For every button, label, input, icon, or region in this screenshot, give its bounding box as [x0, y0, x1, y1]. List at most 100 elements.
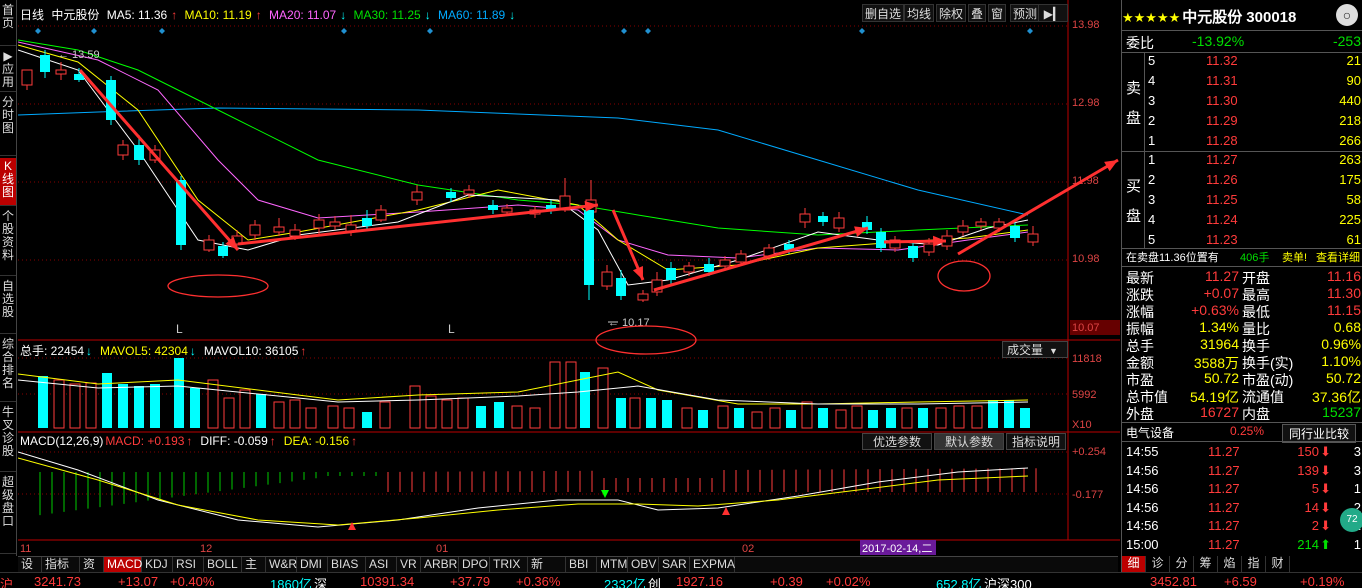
status-item-18: +0.19% — [1300, 574, 1345, 588]
indicator-tab-5[interactable]: RSI — [173, 557, 204, 573]
sidebar-item-0[interactable]: 首页 — [0, 2, 16, 46]
search-icon[interactable]: ○ — [1336, 4, 1358, 26]
tick-volume: 139 — [1297, 462, 1319, 478]
sell-order-row[interactable]: 3 11.30 440 — [1122, 93, 1362, 113]
detail-tab-6[interactable]: 财 — [1266, 556, 1290, 572]
sell-order-row[interactable]: 2 11.29 218 — [1122, 113, 1362, 133]
toolbar-button-5[interactable]: 预测 — [1010, 4, 1041, 22]
order-price: 11.28 — [1206, 133, 1238, 148]
quote-row: 市盈 50.72 市盈(动) 50.72 — [1122, 370, 1362, 388]
quote-value: 11.27 — [1205, 268, 1239, 284]
play-icon[interactable]: ▶▎ — [1038, 4, 1068, 22]
indicator-tab-14[interactable]: DPO — [459, 557, 490, 573]
indicator-tab-13[interactable]: ARBR — [421, 557, 459, 573]
order-volume: 90 — [1346, 73, 1361, 88]
quote-value: 0.68 — [1333, 319, 1361, 335]
sell-order-row[interactable]: 5 11.32 21 — [1122, 53, 1362, 73]
macd-button-1[interactable]: 默认参数 — [934, 433, 1004, 450]
macd-axis-label: -0.177 — [1072, 489, 1103, 501]
indicator-tab-0[interactable]: 设置 — [18, 557, 42, 586]
quote-panel: ★★★★★ 中元股份 300018 ○ 委比 -13.92% -253 卖盘 买盘 5 11.32 2… — [1121, 0, 1362, 572]
candle-down — [616, 278, 626, 296]
sidebar-item-4[interactable]: 个股资料 — [0, 208, 16, 276]
macd-button-0[interactable]: 优选参数 — [862, 433, 932, 450]
toolbar-button-4[interactable]: 窗 — [988, 4, 1007, 22]
indicator-tab-20[interactable]: SAR — [659, 557, 690, 573]
sidebar-item-7[interactable]: 牛叉诊股 — [0, 404, 16, 472]
indicator-tab-19[interactable]: OBV — [628, 557, 659, 573]
quote-value: 1.10% — [1321, 353, 1361, 369]
sidebar-item-1[interactable]: ▶应用 — [0, 48, 16, 92]
volume-type-dropdown[interactable]: 成交量 ▼ — [1002, 341, 1068, 358]
toolbar-button-3[interactable]: 叠 — [968, 4, 987, 22]
detail-tab-2[interactable]: 分 — [1170, 556, 1194, 572]
indicator-tab-18[interactable]: MTM — [597, 557, 628, 573]
toolbar-button-2[interactable]: 除权 — [936, 4, 967, 22]
toolbar-button-1[interactable]: 均线 — [904, 4, 935, 22]
chart-bg — [18, 0, 1068, 556]
indicator-tab-21[interactable]: EXPMA — [690, 557, 735, 573]
indicator-tab-7[interactable]: 主力 — [242, 557, 266, 586]
volume-bar-down — [580, 372, 590, 428]
tick-time: 14:56 — [1126, 481, 1159, 496]
indicator-tab-11[interactable]: ASI — [366, 557, 397, 573]
sell-order-row[interactable]: 4 11.31 90 — [1122, 73, 1362, 93]
indicator-tab-6[interactable]: BOLL — [204, 557, 242, 573]
volume-bar-up — [343, 407, 355, 429]
indicator-tab-3[interactable]: MACD — [104, 557, 142, 573]
detail-tab-3[interactable]: 筹 — [1194, 556, 1218, 572]
tick-time: 14:56 — [1126, 499, 1159, 515]
macd-button-2[interactable]: 指标说明 — [1006, 433, 1066, 450]
indicator-tab-15[interactable]: TRIX — [490, 557, 528, 573]
indicator-tab-16[interactable]: 新DMA — [528, 557, 566, 586]
indicator-tab-4[interactable]: KDJ — [142, 557, 173, 573]
candle-up — [637, 293, 649, 301]
volume-bar-up — [681, 407, 693, 429]
sidebar-item-5[interactable]: 自选股 — [0, 278, 16, 334]
candle-down — [218, 246, 228, 256]
volume-bar-down — [102, 373, 112, 428]
indicator-tab-12[interactable]: VR — [397, 557, 421, 573]
detail-tab-4[interactable]: 焰 — [1218, 556, 1242, 572]
buy-order-row[interactable]: 3 11.25 58 — [1122, 192, 1362, 212]
sell-order-row[interactable]: 1 11.28 266 — [1122, 133, 1362, 153]
volume-bar-down — [190, 388, 200, 428]
sidebar-item-8[interactable]: 超级盘口 — [0, 474, 16, 554]
up-arrow-icon: ↑ — [300, 344, 307, 358]
quote-value: 15237 — [1322, 404, 1361, 420]
candle-up — [329, 221, 341, 227]
notice-detail-link[interactable]: 查看详细 — [1316, 249, 1360, 265]
candle-down — [584, 210, 594, 285]
indicator-tab-9[interactable]: DMI — [297, 557, 328, 573]
sidebar-item-3[interactable]: K线图 — [0, 158, 16, 206]
detail-tab-0[interactable]: 细 — [1122, 556, 1146, 572]
tick-row: 15:00 11.27 214 ⬆ 1 — [1122, 537, 1362, 555]
down-arrow-icon: ↓ — [189, 344, 196, 358]
kline-chart-area[interactable]: 13.98 12.98 11.98 10.98 10.07 11818 5992 X10 +0.… — [18, 0, 1120, 556]
buy-order-row[interactable]: 1 11.27 263 — [1122, 152, 1362, 172]
buy-order-row[interactable]: 2 11.26 175 — [1122, 172, 1362, 192]
buy-order-row[interactable]: 4 11.24 225 — [1122, 212, 1362, 232]
sidebar-item-6[interactable]: 综合排名 — [0, 336, 16, 402]
chevron-down-icon: ▼ — [1049, 346, 1058, 356]
sidebar-item-2[interactable]: 分时图 — [0, 94, 16, 156]
tick-time: 14:56 — [1126, 462, 1159, 478]
volume-bar-up — [717, 405, 729, 429]
detail-tab-1[interactable]: 诊 — [1146, 556, 1170, 572]
notice-volume: 406手 — [1240, 252, 1270, 264]
candle-down — [908, 246, 918, 258]
x-axis-label: 12 — [200, 543, 212, 555]
kline-chart-canvas[interactable]: 13.9812.9811.9810.9810.07118185992X10+0.… — [18, 0, 1120, 556]
macd-axis-label: +0.254 — [1072, 446, 1106, 458]
indicator-tab-1[interactable]: 指标平台 — [42, 557, 80, 586]
order-price: 11.30 — [1206, 93, 1238, 108]
volume-bar-down — [698, 410, 708, 428]
toolbar-button-0[interactable]: 删自选 — [862, 4, 905, 22]
indicator-tab-17[interactable]: BBI — [566, 557, 597, 573]
indicator-tab-10[interactable]: BIAS — [328, 557, 366, 573]
tick-volume: 5 — [1311, 481, 1319, 496]
order-volume: 21 — [1346, 53, 1361, 68]
indicator-tab-8[interactable]: W&R — [266, 557, 297, 573]
indicator-tab-2[interactable]: 资讯 — [80, 557, 104, 586]
detail-tab-5[interactable]: 指 — [1242, 556, 1266, 572]
